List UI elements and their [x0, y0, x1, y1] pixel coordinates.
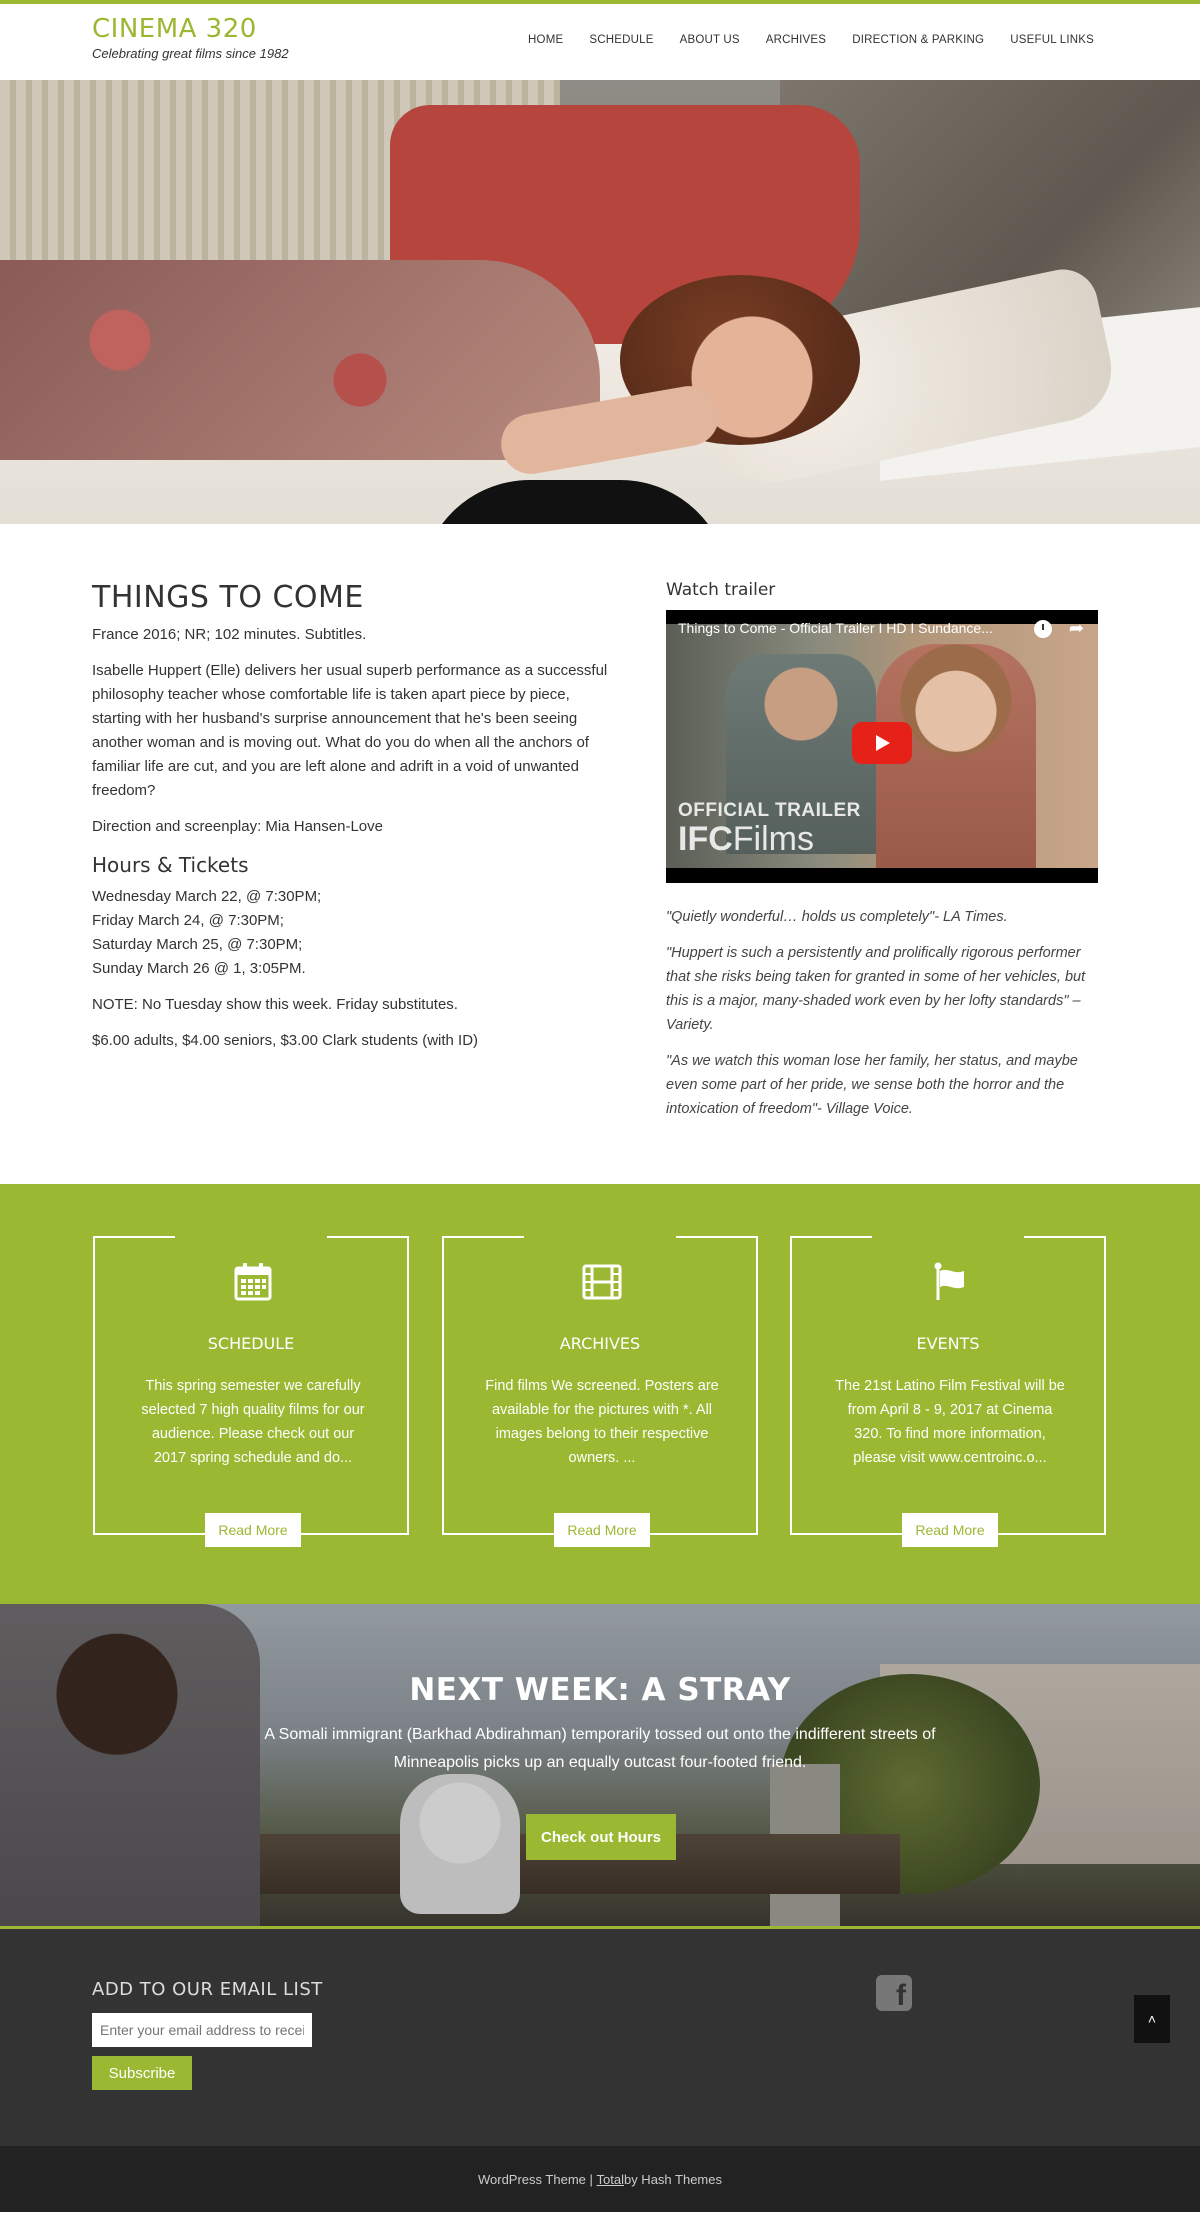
trailer-section: Watch trailer Things to Come - Official …: [666, 580, 1098, 1121]
video-overlay-brand: IFCFilms: [678, 820, 814, 858]
ticket-prices: $6.00 adults, $4.00 seniors, $3.00 Clark…: [92, 1032, 479, 1049]
read-more-button[interactable]: Read More: [205, 1513, 301, 1547]
nav-direction-parking[interactable]: DIRECTION & PARKING: [852, 34, 984, 46]
subscribe-button[interactable]: Subscribe: [92, 2056, 192, 2090]
nav-home[interactable]: HOME: [528, 34, 563, 46]
nav-about-us[interactable]: ABOUT US: [680, 34, 740, 46]
site-tagline: Celebrating great films since 1982: [92, 46, 289, 61]
site-branding: CINEMA 320 Celebrating great films since…: [92, 14, 289, 61]
showtime-item: Sunday March 26 @ 1, 3:05PM.: [92, 960, 306, 977]
feature-card-events: EVENTS The 21st Latino Film Festival wil…: [790, 1236, 1106, 1547]
back-to-top-button[interactable]: ˄: [1134, 1995, 1170, 2043]
card-text: Find films We screened. Posters are avai…: [485, 1378, 719, 1466]
share-icon[interactable]: ➦: [1069, 618, 1084, 639]
email-list-heading: ADD TO OUR EMAIL LIST: [92, 1979, 323, 2000]
credits-prefix: WordPress Theme |: [477, 2171, 593, 2187]
showtime-item: Saturday March 25, @ 7:30PM;: [92, 936, 303, 953]
card-text: This spring semester we carefully select…: [141, 1378, 365, 1466]
showtimes: Wednesday March 22, @ 7:30PM; Friday Mar…: [92, 885, 622, 981]
nav-useful-links[interactable]: USEFUL LINKS: [1010, 34, 1094, 46]
play-button[interactable]: [852, 722, 912, 764]
facebook-icon[interactable]: f: [876, 1975, 912, 2011]
calendar-icon: [234, 1263, 272, 1301]
trailer-heading: Watch trailer: [666, 580, 776, 600]
show-note: NOTE: No Tuesday show this week. Friday …: [92, 996, 458, 1013]
check-out-hours-button[interactable]: Check out Hours: [526, 1814, 676, 1860]
banner-text: A Somali immigrant (Barkhad Abdirahman) …: [264, 1726, 936, 1771]
card-title: ARCHIVES: [559, 1334, 641, 1353]
review-quote: "As we watch this woman lose her family,…: [666, 1053, 1078, 1117]
feature-card-archives: ARCHIVES Find films We screened. Posters…: [442, 1236, 758, 1547]
credits-link[interactable]: Total: [597, 2172, 624, 2187]
review-quote: "Huppert is such a persistently and prol…: [666, 945, 1086, 1033]
film-icon: [582, 1264, 622, 1300]
read-more-button[interactable]: Read More: [902, 1513, 998, 1547]
film-details-section: THINGS TO COME France 2016; NR; 102 minu…: [0, 524, 1200, 1184]
nav-archives[interactable]: ARCHIVES: [766, 34, 826, 46]
film-synopsis: Isabelle Huppert (Elle) delivers her usu…: [92, 662, 608, 799]
film-title: THINGS TO COME: [92, 580, 364, 615]
site-header: CINEMA 320 Celebrating great films since…: [0, 4, 1200, 80]
footer-credits: WordPress Theme | Total by Hash Themes: [0, 2146, 1200, 2212]
site-footer: ADD TO OUR EMAIL LIST Subscribe f ˄: [0, 1926, 1200, 2146]
credits-suffix: by Hash Themes: [623, 2171, 722, 2187]
email-field[interactable]: [92, 2013, 312, 2047]
watch-later-icon[interactable]: [1034, 620, 1052, 638]
showtime-item: Friday March 24, @ 7:30PM;: [92, 912, 284, 929]
film-direction: Direction and screenplay: Mia Hansen-Lov…: [92, 818, 383, 835]
main-nav: HOME SCHEDULE ABOUT US ARCHIVES DIRECTIO…: [502, 34, 1094, 46]
film-meta: France 2016; NR; 102 minutes. Subtitles.: [92, 626, 367, 643]
video-overlay-text: OFFICIAL TRAILER: [678, 800, 861, 821]
feature-card-schedule: SCHEDULE This spring semester we careful…: [93, 1236, 409, 1547]
showtime-item: Wednesday March 22, @ 7:30PM;: [92, 888, 322, 905]
film-info: THINGS TO COME France 2016; NR; 102 minu…: [92, 580, 622, 1053]
read-more-button[interactable]: Read More: [554, 1513, 650, 1547]
site-title[interactable]: CINEMA 320: [92, 14, 289, 44]
review-quotes: "Quietly wonderful… holds us completely"…: [666, 905, 1096, 1121]
card-title: EVENTS: [916, 1334, 980, 1353]
card-title: SCHEDULE: [207, 1334, 295, 1353]
flag-icon: [934, 1262, 964, 1300]
review-quote: "Quietly wonderful… holds us completely"…: [666, 909, 1008, 925]
nav-schedule[interactable]: SCHEDULE: [589, 34, 653, 46]
card-text: The 21st Latino Film Festival will be fr…: [835, 1378, 1065, 1466]
banner-title: NEXT WEEK: A STRAY: [409, 1672, 791, 1708]
next-week-banner: NEXT WEEK: A STRAY A Somali immigrant (B…: [0, 1604, 1200, 1926]
hours-heading: Hours & Tickets: [92, 853, 249, 877]
hero-image: [0, 80, 1200, 524]
video-title[interactable]: Things to Come - Official Trailer I HD I…: [678, 620, 1008, 636]
features-section: SCHEDULE This spring semester we careful…: [0, 1184, 1200, 1604]
trailer-video[interactable]: Things to Come - Official Trailer I HD I…: [666, 610, 1098, 883]
